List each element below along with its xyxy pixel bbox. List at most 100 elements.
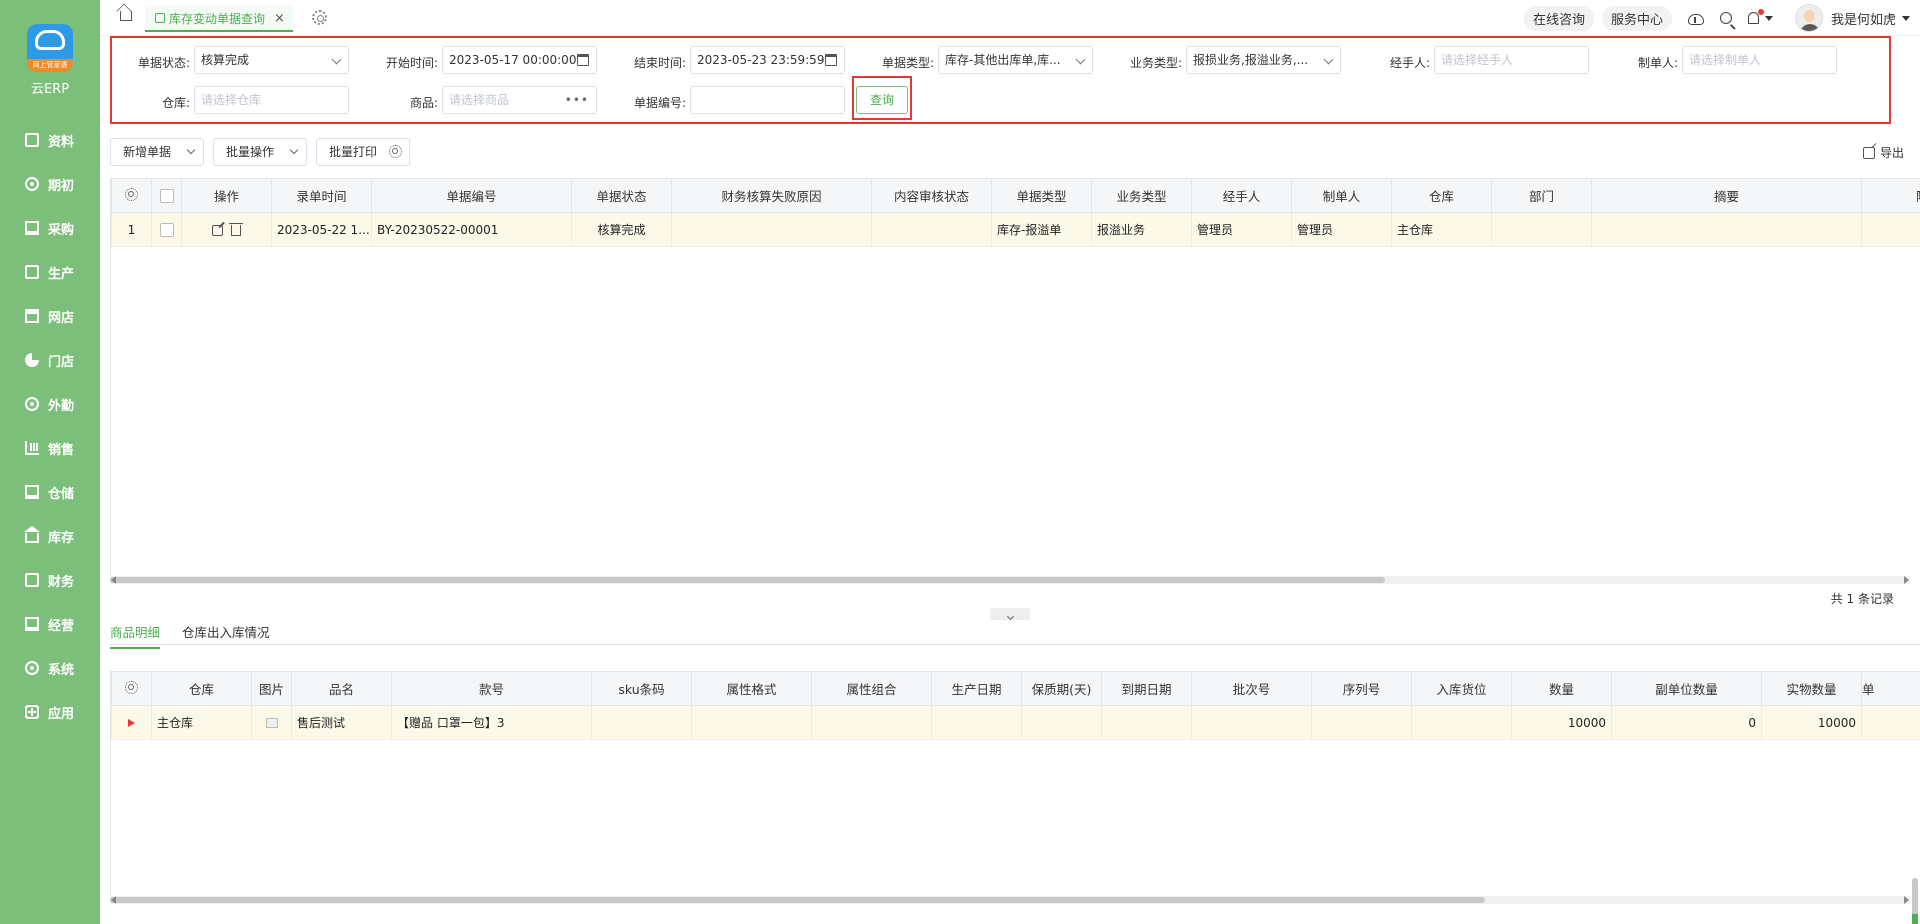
- gear-icon[interactable]: [312, 10, 327, 25]
- column-settings[interactable]: [111, 671, 152, 706]
- home-icon[interactable]: [120, 11, 132, 21]
- sidebar-item-warehousing[interactable]: 仓储: [0, 470, 100, 514]
- sidebar-item-online-store[interactable]: 网店: [0, 294, 100, 338]
- search-icon[interactable]: [1719, 12, 1732, 24]
- sidebar-item-field[interactable]: 外勤: [0, 382, 100, 426]
- column-header[interactable]: 业务类型: [1091, 178, 1192, 213]
- main-horizontal-scrollbar[interactable]: [110, 576, 1910, 584]
- table-row[interactable]: 1 2023-05-22 1... BY-20230522-00001 核算完成…: [111, 212, 1920, 247]
- scroll-right-icon[interactable]: [1904, 896, 1909, 904]
- start-time-input[interactable]: 2023-05-17 00:00:00: [442, 46, 597, 74]
- row-expand[interactable]: [111, 705, 152, 740]
- sidebar-item-store[interactable]: 门店: [0, 338, 100, 382]
- batch-print-button[interactable]: 批量打印: [316, 138, 410, 166]
- column-header[interactable]: 数量: [1511, 671, 1612, 706]
- column-header[interactable]: 批次号: [1191, 671, 1312, 706]
- column-header[interactable]: 仓库: [151, 671, 252, 706]
- scroll-left-icon[interactable]: [111, 576, 116, 584]
- tab-warehouse-io[interactable]: 仓库出入库情况: [182, 622, 270, 647]
- column-header[interactable]: 经手人: [1191, 178, 1292, 213]
- calendar-icon[interactable]: [825, 54, 837, 66]
- sidebar-item-data[interactable]: 资料: [0, 118, 100, 162]
- online-consult-button[interactable]: 在线咨询: [1523, 5, 1594, 31]
- batch-ops-button[interactable]: 批量操作: [213, 138, 307, 166]
- column-header[interactable]: 单: [1861, 671, 1920, 706]
- avatar[interactable]: [1794, 4, 1823, 32]
- sidebar-item-finance[interactable]: 财务: [0, 558, 100, 602]
- edit-icon[interactable]: [212, 224, 223, 236]
- sidebar-item-opening[interactable]: 期初: [0, 162, 100, 206]
- column-header[interactable]: 副单位数量: [1611, 671, 1762, 706]
- gear-icon[interactable]: [389, 145, 402, 158]
- column-header[interactable]: 制单人: [1291, 178, 1392, 213]
- handler-input[interactable]: 请选择经手人: [1434, 46, 1589, 74]
- new-doc-button[interactable]: 新增单据: [110, 138, 204, 166]
- column-header[interactable]: 属性组合: [811, 671, 932, 706]
- column-header[interactable]: 到期日期: [1101, 671, 1192, 706]
- scroll-left-icon[interactable]: [111, 896, 116, 904]
- scroll-right-icon[interactable]: [1904, 576, 1909, 584]
- scrollbar-thumb[interactable]: [110, 577, 1385, 583]
- warehouse-input[interactable]: 请选择仓库: [194, 86, 349, 114]
- end-time-input[interactable]: 2023-05-23 23:59:59: [690, 46, 845, 74]
- scrollbar-thumb[interactable]: [110, 897, 1485, 903]
- column-header[interactable]: 品名: [291, 671, 392, 706]
- column-header[interactable]: 单据类型: [991, 178, 1092, 213]
- column-header[interactable]: 入库货位: [1411, 671, 1512, 706]
- sidebar-item-operation[interactable]: 经营: [0, 602, 100, 646]
- calendar-icon[interactable]: [577, 54, 589, 66]
- vertical-scrollbar[interactable]: [1912, 878, 1918, 924]
- column-header[interactable]: 摘要: [1591, 178, 1862, 213]
- checkbox[interactable]: [159, 222, 174, 237]
- sidebar-item-system[interactable]: 系统: [0, 646, 100, 690]
- column-header[interactable]: 附加: [1861, 178, 1920, 213]
- column-header[interactable]: 录单时间: [271, 178, 372, 213]
- close-icon[interactable]: ×: [274, 11, 285, 26]
- column-header[interactable]: 部门: [1491, 178, 1592, 213]
- column-header[interactable]: 图片: [251, 671, 292, 706]
- tab-product-detail[interactable]: 商品明细: [110, 622, 161, 649]
- column-header[interactable]: 财务核算失败原因: [671, 178, 872, 213]
- bell-icon[interactable]: [1747, 9, 1764, 24]
- sidebar-item-inventory[interactable]: 库存: [0, 514, 100, 558]
- sidebar-item-apps[interactable]: 应用: [0, 690, 100, 734]
- biz-type-select[interactable]: 报损业务,报溢业务,...: [1186, 46, 1341, 74]
- more-icon[interactable]: •••: [565, 87, 589, 113]
- sidebar-item-production[interactable]: 生产: [0, 250, 100, 294]
- column-header[interactable]: 单据编号: [371, 178, 572, 213]
- status-select[interactable]: 核算完成: [194, 46, 349, 74]
- tab-inventory-query[interactable]: 库存变动单据查询 ×: [145, 6, 293, 32]
- export-button[interactable]: 导出: [1862, 144, 1904, 161]
- maker-input[interactable]: 请选择制单人: [1682, 46, 1837, 74]
- column-header[interactable]: 序列号: [1311, 671, 1412, 706]
- query-button[interactable]: 查询: [856, 86, 908, 114]
- trash-icon[interactable]: [229, 222, 243, 236]
- expand-arrow-icon[interactable]: [128, 718, 135, 727]
- column-header[interactable]: 属性格式: [691, 671, 812, 706]
- column-header[interactable]: sku条码: [591, 671, 692, 706]
- product-input[interactable]: 请选择商品 •••: [442, 86, 597, 114]
- detail-horizontal-scrollbar[interactable]: [110, 896, 1910, 904]
- checkbox[interactable]: [159, 189, 174, 204]
- cell-docno[interactable]: BY-20230522-00001: [371, 212, 572, 247]
- chevron-down-icon[interactable]: [1902, 15, 1910, 21]
- column-header[interactable]: 生产日期: [931, 671, 1022, 706]
- doc-no-input[interactable]: [690, 86, 845, 114]
- column-header[interactable]: 实物数量: [1761, 671, 1862, 706]
- username[interactable]: 我是何如虎: [1831, 9, 1896, 28]
- doc-type-select[interactable]: 库存-其他出库单,库...: [938, 46, 1093, 74]
- gear-icon[interactable]: [125, 187, 138, 201]
- column-header[interactable]: 单据状态: [571, 178, 672, 213]
- column-header[interactable]: 内容审核状态: [871, 178, 992, 213]
- service-center-button[interactable]: 服务中心: [1601, 5, 1672, 31]
- download-icon[interactable]: [1687, 14, 1704, 25]
- select-all-checkbox[interactable]: [151, 178, 182, 213]
- row-checkbox[interactable]: [151, 212, 182, 247]
- sidebar-item-purchase[interactable]: 采购: [0, 206, 100, 250]
- column-header[interactable]: 保质期(天): [1021, 671, 1102, 706]
- column-header[interactable]: 款号: [391, 671, 592, 706]
- column-header[interactable]: 仓库: [1391, 178, 1492, 213]
- gear-icon[interactable]: [125, 680, 138, 694]
- column-header[interactable]: 操作: [181, 178, 272, 213]
- chevron-down-icon[interactable]: [1764, 15, 1773, 21]
